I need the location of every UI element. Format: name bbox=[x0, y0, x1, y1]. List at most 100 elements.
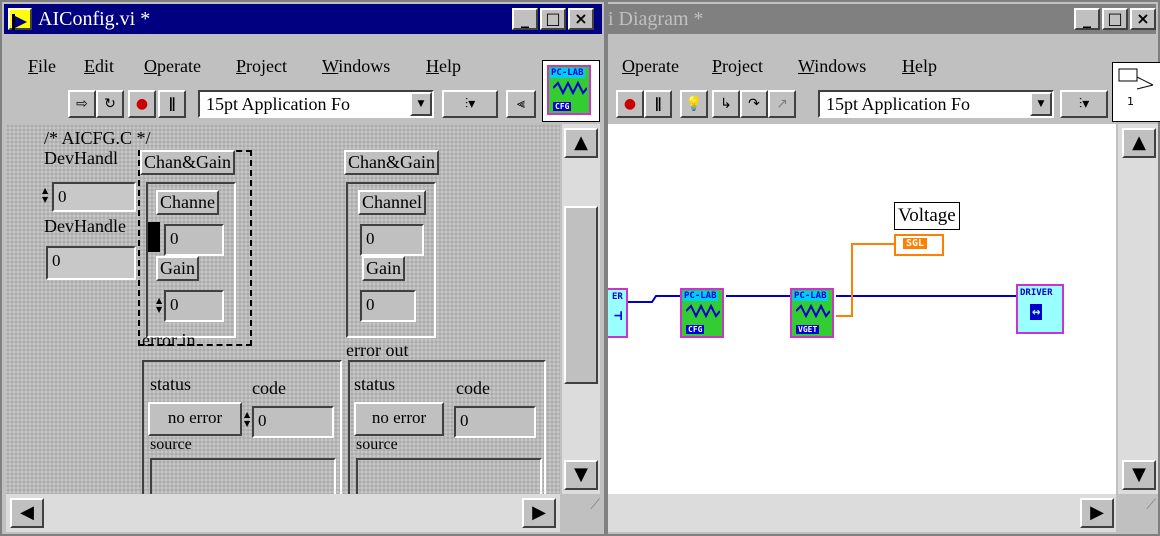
bd-menu-operate[interactable]: Operate bbox=[622, 56, 679, 77]
front-panel-window: AIConfig.vi * _ □ × File Edit Operate Pr… bbox=[0, 0, 606, 536]
vi-icon[interactable]: PC-LAB CFG bbox=[542, 60, 600, 122]
gain-in-spin-icon[interactable]: ▲ ▼ bbox=[156, 296, 164, 314]
minimize-icon[interactable]: _ bbox=[512, 8, 538, 30]
close-icon[interactable]: × bbox=[568, 8, 594, 30]
error-in-source-control[interactable] bbox=[150, 458, 336, 494]
chan-gain-in-gain-control[interactable]: 0 bbox=[164, 290, 224, 322]
bd-scroll-right-arrow-icon[interactable]: ▶ bbox=[1080, 498, 1114, 528]
sgl-indicator-terminal[interactable]: SGL bbox=[894, 234, 944, 256]
font-selector[interactable]: 15pt Application Fo ▼ bbox=[198, 90, 434, 118]
error-in-code-control[interactable]: 0 bbox=[252, 406, 334, 438]
bd-scroll-down-arrow-icon[interactable]: ▼ bbox=[1122, 460, 1156, 490]
chan-gain-out-channel-value: 0 bbox=[366, 229, 375, 248]
maximize-icon[interactable]: □ bbox=[540, 8, 566, 30]
scroll-right-arrow-icon[interactable]: ▶ bbox=[522, 498, 556, 528]
bd-minimize-icon[interactable]: _ bbox=[1074, 8, 1100, 30]
bd-font-selector[interactable]: 15pt Application Fo ▼ bbox=[818, 90, 1054, 118]
bd-align-objects-icon[interactable]: ⫶▾ bbox=[1060, 90, 1108, 118]
front-panel-titlebar[interactable]: AIConfig.vi * _ □ × bbox=[4, 4, 602, 34]
align-objects-icon[interactable]: ⫶▾ bbox=[442, 90, 498, 118]
chan-gain-in-gain-label: Gain bbox=[156, 256, 199, 281]
bd-vertical-scrollbar[interactable]: ▲ ▼ bbox=[1118, 124, 1158, 494]
driver-left-icon: ⊣ bbox=[614, 308, 623, 324]
error-in-source-label: source bbox=[150, 436, 192, 453]
chan-gain-in-channel-label: Channe bbox=[156, 190, 219, 215]
bd-scroll-up-arrow-icon[interactable]: ▲ bbox=[1122, 128, 1156, 158]
error-out-code-label: code bbox=[456, 378, 490, 398]
block-diagram-titlebar[interactable]: i Diagram * _ □ × bbox=[608, 4, 1156, 34]
block-diagram-canvas: ER ⊣ PC-LAB CFG PC-LAB VGET Voltage SGL … bbox=[608, 124, 1116, 494]
bd-abort-icon[interactable]: ● bbox=[616, 90, 644, 118]
bd-menu-project[interactable]: Project bbox=[712, 56, 763, 77]
dev-handle-in-control[interactable]: 0 bbox=[52, 182, 136, 212]
chan-gain-out-gain-label: Gain bbox=[362, 256, 405, 281]
abort-icon[interactable]: ● bbox=[128, 90, 156, 118]
font-selector-value: 15pt Application Fo bbox=[206, 94, 350, 114]
bd-menu-windows[interactable]: Windows bbox=[798, 56, 866, 77]
menu-operate[interactable]: Operate bbox=[144, 56, 201, 77]
error-out-code-value: 0 bbox=[460, 411, 469, 430]
error-out-status-value: no error bbox=[371, 408, 427, 427]
step-over-icon[interactable]: ↷ bbox=[740, 90, 768, 118]
error-in-status-value: no error bbox=[167, 408, 223, 427]
error-in-status-button[interactable]: no error bbox=[148, 402, 242, 436]
bd-maximize-icon[interactable]: □ bbox=[1102, 8, 1128, 30]
front-panel-area: /* AICFG.C */ DevHandl ▲ ▼ 0 DevHandle 0 … bbox=[6, 124, 560, 494]
front-panel-horizontal-scrollbar[interactable]: ◀ ▶ bbox=[6, 494, 560, 532]
dev-handle-in-spin-icon[interactable]: ▲ ▼ bbox=[42, 186, 50, 204]
voltage-label-text: Voltage bbox=[898, 205, 956, 226]
connector-pane-icon[interactable]: 1 bbox=[1112, 62, 1160, 122]
front-panel-vertical-scrollbar[interactable]: ▲ ▼ bbox=[562, 124, 600, 494]
menu-project[interactable]: Project bbox=[236, 56, 287, 77]
step-into-icon[interactable]: ↳ bbox=[712, 90, 740, 118]
chan-gain-in-label: Chan&Gain bbox=[140, 150, 235, 175]
front-panel-menubar: File Edit Operate Project Windows Help bbox=[6, 56, 600, 84]
font-dropdown-icon[interactable]: ▼ bbox=[410, 92, 432, 116]
labview-app-icon[interactable] bbox=[8, 8, 32, 30]
bd-horizontal-scrollbar[interactable]: ▶ bbox=[608, 494, 1116, 532]
vertical-scroll-thumb[interactable] bbox=[564, 206, 598, 384]
chan-gain-in-gain-value: 0 bbox=[170, 295, 179, 314]
driver-right-node[interactable]: DRIVER ↔ bbox=[1016, 284, 1064, 334]
error-in-code-spin-icon[interactable]: ▲ ▼ bbox=[244, 410, 252, 428]
menu-help[interactable]: Help bbox=[426, 56, 461, 77]
driver-right-icon: ↔ bbox=[1030, 304, 1043, 320]
run-arrow-icon[interactable]: ⇨ bbox=[68, 90, 96, 118]
bd-resize-grip-icon[interactable]: ⟋ bbox=[1122, 498, 1156, 532]
error-out-source-indicator bbox=[356, 458, 542, 494]
menu-file[interactable]: File bbox=[28, 56, 56, 77]
chan-gain-out-label: Chan&Gain bbox=[344, 150, 439, 175]
vi-icon-block: PC-LAB CFG bbox=[547, 65, 591, 115]
bd-close-icon[interactable]: × bbox=[1130, 8, 1156, 30]
aivget-subvi-node[interactable]: PC-LAB VGET bbox=[790, 288, 834, 338]
highlight-execution-icon[interactable]: 💡 bbox=[680, 90, 708, 118]
driver-left-node[interactable]: ER ⊣ bbox=[608, 288, 628, 338]
voltage-label: Voltage bbox=[894, 202, 960, 230]
error-out-code-indicator: 0 bbox=[454, 406, 536, 438]
bd-pause-icon[interactable]: ∥ bbox=[644, 90, 672, 118]
menu-edit[interactable]: Edit bbox=[84, 56, 114, 77]
dev-handle-in-value: 0 bbox=[58, 187, 67, 206]
scroll-up-arrow-icon[interactable]: ▲ bbox=[564, 128, 598, 158]
driver-left-label: ER bbox=[612, 292, 623, 302]
bd-menu-help[interactable]: Help bbox=[902, 56, 937, 77]
step-out-icon[interactable]: ↗ bbox=[768, 90, 796, 118]
sgl-label: SGL bbox=[902, 237, 929, 250]
scroll-down-arrow-icon[interactable]: ▼ bbox=[564, 460, 598, 490]
distribute-objects-icon[interactable]: ⫷ bbox=[506, 90, 536, 118]
block-diagram-menubar: Operate Project Windows Help bbox=[608, 56, 1154, 84]
chan-gain-in-channel-control[interactable]: 0 bbox=[164, 224, 224, 256]
chan-gain-out-gain-indicator: 0 bbox=[360, 290, 416, 322]
vi-icon-bottom-text: CFG bbox=[553, 102, 572, 111]
scroll-left-arrow-icon[interactable]: ◀ bbox=[10, 498, 44, 528]
aicfg-subvi-node[interactable]: PC-LAB CFG bbox=[680, 288, 724, 338]
menu-windows[interactable]: Windows bbox=[322, 56, 390, 77]
error-in-status-label: status bbox=[150, 374, 192, 394]
channel-in-spin-icon[interactable] bbox=[148, 222, 160, 252]
resize-grip-icon[interactable]: ⟋ bbox=[566, 498, 600, 532]
aivget-top-text: PC-LAB bbox=[793, 291, 828, 301]
error-in-code-label: code bbox=[252, 378, 286, 398]
pause-icon[interactable]: ∥ bbox=[158, 90, 186, 118]
bd-font-dropdown-icon[interactable]: ▼ bbox=[1030, 92, 1052, 116]
run-continuously-icon[interactable]: ↻ bbox=[96, 90, 124, 118]
